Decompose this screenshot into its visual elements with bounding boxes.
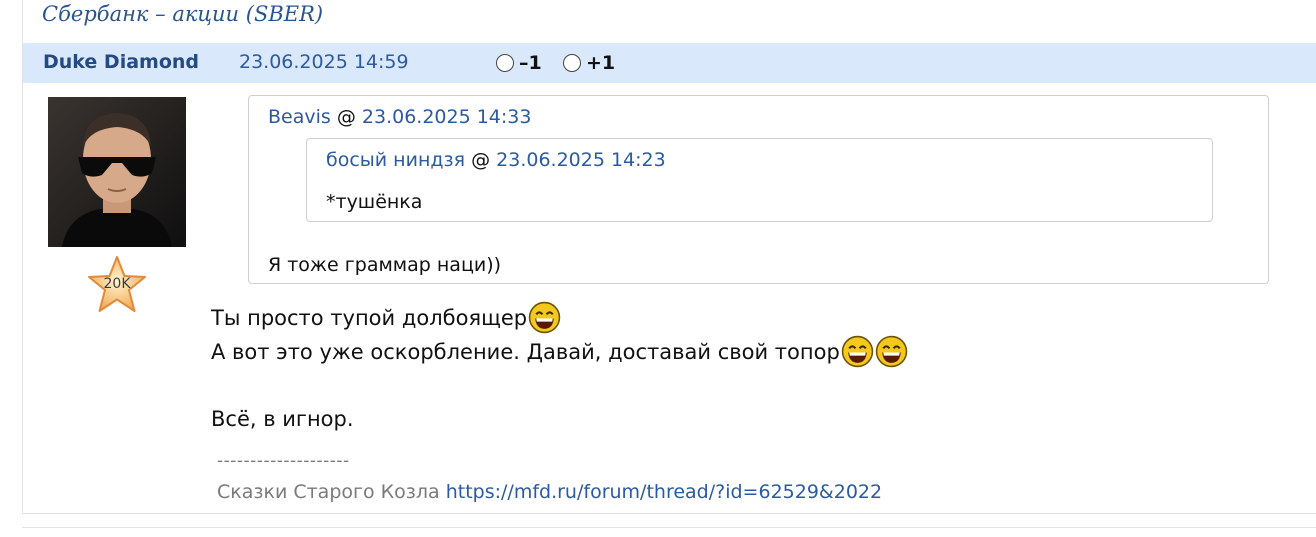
vote-plus-label: +1 bbox=[586, 52, 616, 74]
vote-minus-label: –1 bbox=[519, 52, 542, 74]
post-date[interactable]: 23.06.2025 14:59 bbox=[239, 51, 409, 73]
nested-quote-author[interactable]: босый ниндзя bbox=[326, 149, 465, 171]
vote-minus[interactable]: –1 bbox=[496, 52, 542, 74]
signature: Сказки Старого Козла https://mfd.ru/foru… bbox=[217, 481, 882, 503]
vote-plus-radio[interactable] bbox=[563, 54, 581, 72]
quote-date[interactable]: 23.06.2025 14:33 bbox=[362, 106, 532, 128]
nested-quote-at: @ bbox=[471, 149, 491, 171]
nested-quote-date[interactable]: 23.06.2025 14:23 bbox=[496, 149, 666, 171]
message-line-1: Ты просто тупой долбоящер bbox=[211, 301, 561, 334]
laughing-smiley-icon bbox=[528, 301, 561, 334]
quote-author[interactable]: Beavis bbox=[268, 106, 331, 128]
signature-link[interactable]: https://mfd.ru/forum/thread/?id=62529&20… bbox=[446, 481, 882, 503]
laughing-smiley-icon bbox=[841, 335, 874, 368]
signature-separator: -------------------- bbox=[217, 451, 350, 471]
post-header: Duke Diamond 23.06.2025 14:59 –1 +1 bbox=[23, 43, 1316, 83]
message-line-3: Всё, в игнор. bbox=[211, 407, 354, 431]
message-line-1-text: Ты просто тупой долбоящер bbox=[211, 305, 528, 330]
post-author[interactable]: Duke Diamond bbox=[43, 51, 199, 73]
quote-header: Beavis @ 23.06.2025 14:33 bbox=[268, 106, 531, 128]
vote-minus-radio[interactable] bbox=[496, 54, 514, 72]
avatar[interactable] bbox=[48, 97, 186, 247]
quote-at: @ bbox=[336, 106, 356, 128]
rating-badge: 20K bbox=[103, 276, 131, 292]
nested-quote-text: *тушёнка bbox=[326, 191, 423, 213]
nested-quote-header: босый ниндзя @ 23.06.2025 14:23 bbox=[326, 149, 666, 171]
message-line-2: А вот это уже оскорбление. Давай, достав… bbox=[211, 335, 908, 368]
quote-text: Я тоже граммар наци)) bbox=[268, 254, 502, 276]
divider bbox=[22, 527, 1316, 528]
signature-text: Сказки Старого Козла bbox=[217, 481, 440, 503]
laughing-smiley-icon bbox=[875, 335, 908, 368]
message-line-2-text: А вот это уже оскорбление. Давай, достав… bbox=[211, 339, 840, 364]
vote-plus[interactable]: +1 bbox=[563, 52, 615, 74]
message-line-3-text: Всё, в игнор. bbox=[211, 407, 354, 431]
thread-title-link[interactable]: Сбербанк – акции (SBER) bbox=[42, 2, 323, 26]
